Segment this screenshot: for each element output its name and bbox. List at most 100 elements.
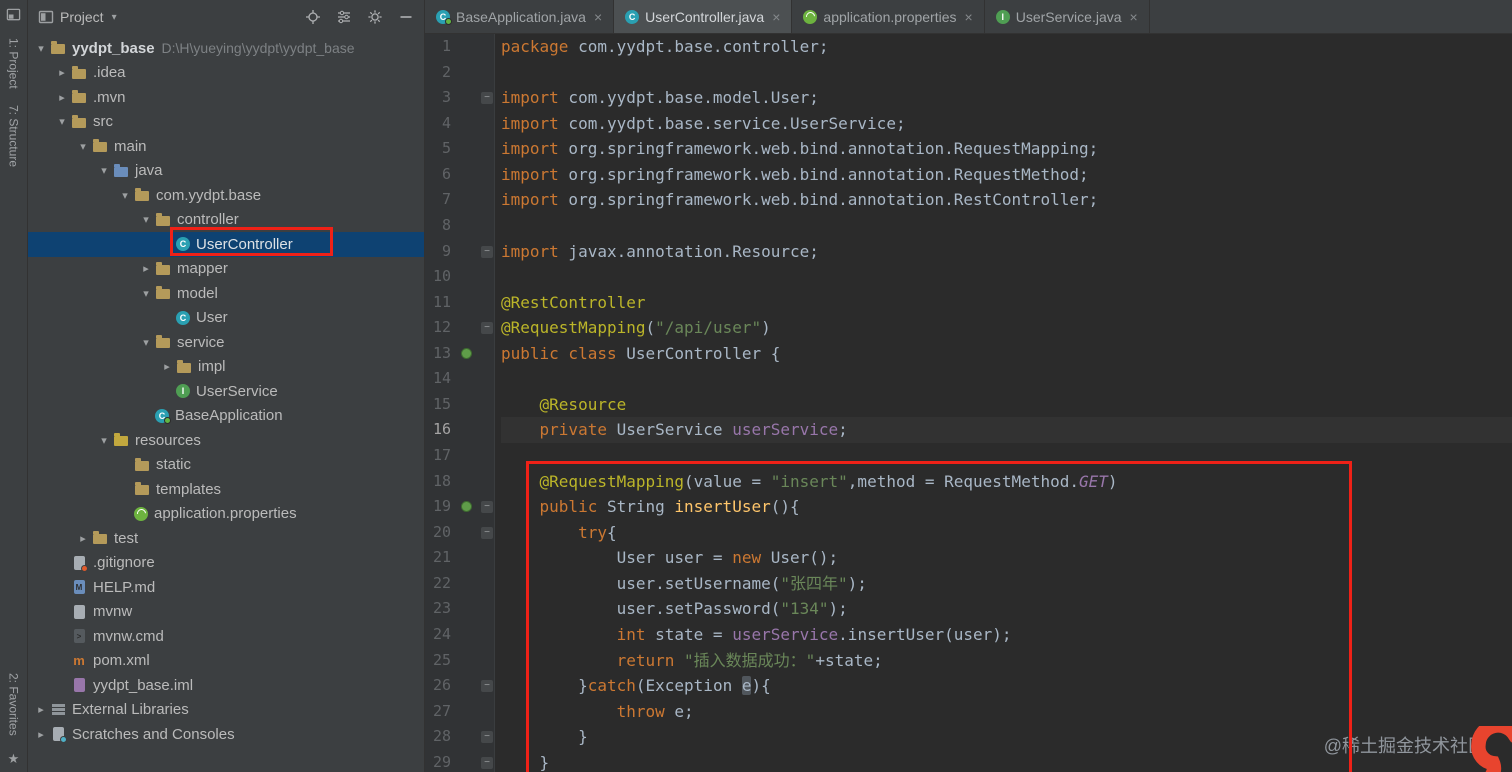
chevron-down-icon[interactable]: ▾: [95, 434, 113, 447]
chevron-right-icon[interactable]: ▸: [32, 728, 50, 741]
code-line[interactable]: import org.springframework.web.bind.anno…: [501, 187, 1512, 213]
code-line[interactable]: public String insertUser(){: [501, 494, 1512, 520]
tree-item-pom-xml[interactable]: m pom.xml: [28, 649, 424, 674]
project-view-selector[interactable]: Project: [60, 9, 104, 25]
chevron-down-icon[interactable]: ▾: [53, 115, 71, 128]
line-number[interactable]: 18: [425, 469, 451, 495]
line-number[interactable]: 10: [425, 264, 451, 290]
tree-item-controller[interactable]: ▾ controller: [28, 208, 424, 233]
tree-item-yydpt-base-iml[interactable]: yydpt_base.iml: [28, 673, 424, 698]
tree-item-application-properties[interactable]: application.properties: [28, 502, 424, 527]
tree-item-idea[interactable]: ▸ .idea: [28, 61, 424, 86]
code-line[interactable]: import javax.annotation.Resource;: [501, 239, 1512, 265]
line-number[interactable]: 21: [425, 545, 451, 571]
line-number[interactable]: 6: [425, 162, 451, 188]
tree-item-com-yydpt-base[interactable]: ▾ com.yydpt.base: [28, 183, 424, 208]
fold-marker-icon[interactable]: −: [481, 526, 493, 539]
code-line[interactable]: User user = new User();: [501, 545, 1512, 571]
chevron-down-icon[interactable]: ▾: [32, 42, 50, 55]
line-number[interactable]: 5: [425, 136, 451, 162]
tree-item-usercontroller[interactable]: C UserController: [28, 232, 424, 257]
code-line[interactable]: @RequestMapping(value = "insert",method …: [501, 469, 1512, 495]
toolstripe-structure-button[interactable]: 7: Structure: [7, 105, 21, 167]
tree-item-mvnw[interactable]: mvnw: [28, 600, 424, 625]
chevron-down-icon[interactable]: ▾: [116, 189, 134, 202]
line-number[interactable]: 4: [425, 111, 451, 137]
code-line[interactable]: user.setPassword("134");: [501, 596, 1512, 622]
line-number[interactable]: 29: [425, 750, 451, 772]
code-line[interactable]: import org.springframework.web.bind.anno…: [501, 162, 1512, 188]
star-icon[interactable]: ★: [8, 752, 20, 765]
code-editor[interactable]: 1 2 3−4 5 6 7 8 9−10 11 12−13 14 15 16 17 18 19−20−21 22…: [425, 34, 1512, 772]
chevron-right-icon[interactable]: ▸: [53, 66, 71, 79]
code-line[interactable]: [501, 366, 1512, 392]
tree-item-service[interactable]: ▾ service: [28, 330, 424, 355]
view-options-icon[interactable]: [336, 9, 352, 25]
line-number[interactable]: 14: [425, 366, 451, 392]
line-number[interactable]: 24: [425, 622, 451, 648]
fold-marker-icon[interactable]: −: [481, 501, 493, 514]
code-line[interactable]: private UserService userService;: [501, 417, 1512, 443]
tree-item-model[interactable]: ▾ model: [28, 281, 424, 306]
fold-marker-icon[interactable]: −: [481, 322, 493, 335]
code-line[interactable]: [501, 443, 1512, 469]
code-line[interactable]: @RequestMapping("/api/user"): [501, 315, 1512, 341]
code-line[interactable]: @Resource: [501, 392, 1512, 418]
chevron-right-icon[interactable]: ▸: [32, 703, 50, 716]
code-line[interactable]: [501, 213, 1512, 239]
fold-marker-icon[interactable]: −: [481, 92, 493, 105]
line-number[interactable]: 26: [425, 673, 451, 699]
tree-item-templates[interactable]: templates: [28, 477, 424, 502]
code-line[interactable]: [501, 60, 1512, 86]
tree-item-java[interactable]: ▾ java: [28, 159, 424, 184]
settings-gear-icon[interactable]: [367, 9, 383, 25]
tree-item-gitignore[interactable]: .gitignore: [28, 551, 424, 576]
fold-marker-icon[interactable]: −: [481, 731, 493, 744]
chevron-right-icon[interactable]: ▸: [158, 360, 176, 373]
line-number[interactable]: 7: [425, 187, 451, 213]
line-number[interactable]: 20: [425, 520, 451, 546]
fold-marker-icon[interactable]: −: [481, 680, 493, 693]
hide-panel-icon[interactable]: [398, 9, 414, 25]
spring-bean-icon[interactable]: [461, 501, 472, 513]
code-line[interactable]: throw e;: [501, 699, 1512, 725]
tree-item-test[interactable]: ▸ test: [28, 526, 424, 551]
chevron-down-icon[interactable]: ▾: [137, 213, 155, 226]
locate-file-icon[interactable]: [305, 9, 321, 25]
tree-item-main[interactable]: ▾ main: [28, 134, 424, 159]
line-number[interactable]: 1: [425, 34, 451, 60]
chevron-down-icon[interactable]: ▾: [95, 164, 113, 177]
chevron-down-icon[interactable]: ▾: [74, 140, 92, 153]
code-line[interactable]: package com.yydpt.base.controller;: [501, 34, 1512, 60]
tree-item-baseapplication[interactable]: C BaseApplication: [28, 404, 424, 429]
code-line[interactable]: int state = userService.insertUser(user)…: [501, 622, 1512, 648]
editor-tab-userservice-java[interactable]: I UserService.java ×: [985, 0, 1150, 33]
chevron-right-icon[interactable]: ▸: [53, 91, 71, 104]
fold-marker-icon[interactable]: −: [481, 756, 493, 769]
spring-bean-icon[interactable]: [461, 347, 472, 359]
tree-item-mvn[interactable]: ▸ .mvn: [28, 85, 424, 110]
tab-close-icon[interactable]: ×: [772, 10, 780, 24]
chevron-down-icon[interactable]: ▾: [112, 12, 117, 23]
line-number[interactable]: 28: [425, 724, 451, 750]
toolstripe-favorites-button[interactable]: 2: Favorites: [7, 673, 21, 736]
code-line[interactable]: return "插入数据成功："+state;: [501, 648, 1512, 674]
tab-close-icon[interactable]: ×: [594, 10, 602, 24]
chevron-right-icon[interactable]: ▸: [137, 262, 155, 275]
editor-tab-usercontroller-java[interactable]: C UserController.java ×: [614, 0, 793, 33]
chevron-right-icon[interactable]: ▸: [74, 532, 92, 545]
code-line[interactable]: import com.yydpt.base.service.UserServic…: [501, 111, 1512, 137]
tree-item-mapper[interactable]: ▸ mapper: [28, 257, 424, 282]
code-line[interactable]: public class UserController {: [501, 341, 1512, 367]
tree-item-src[interactable]: ▾ src: [28, 110, 424, 135]
code-line[interactable]: import org.springframework.web.bind.anno…: [501, 136, 1512, 162]
tree-item-static[interactable]: static: [28, 453, 424, 478]
code-area[interactable]: package com.yydpt.base.controller; import…: [495, 34, 1512, 772]
tree-item-yydpt-base[interactable]: ▾ yydpt_base D:\H\yueying\yydpt\yydpt_base: [28, 36, 424, 61]
tab-close-icon[interactable]: ×: [965, 10, 973, 24]
code-line[interactable]: [501, 264, 1512, 290]
chevron-down-icon[interactable]: ▾: [137, 336, 155, 349]
editor-gutter[interactable]: 1 2 3−4 5 6 7 8 9−10 11 12−13 14 15 16 17 18 19−20−21 22…: [425, 34, 495, 772]
line-number[interactable]: 2: [425, 60, 451, 86]
line-number[interactable]: 15: [425, 392, 451, 418]
